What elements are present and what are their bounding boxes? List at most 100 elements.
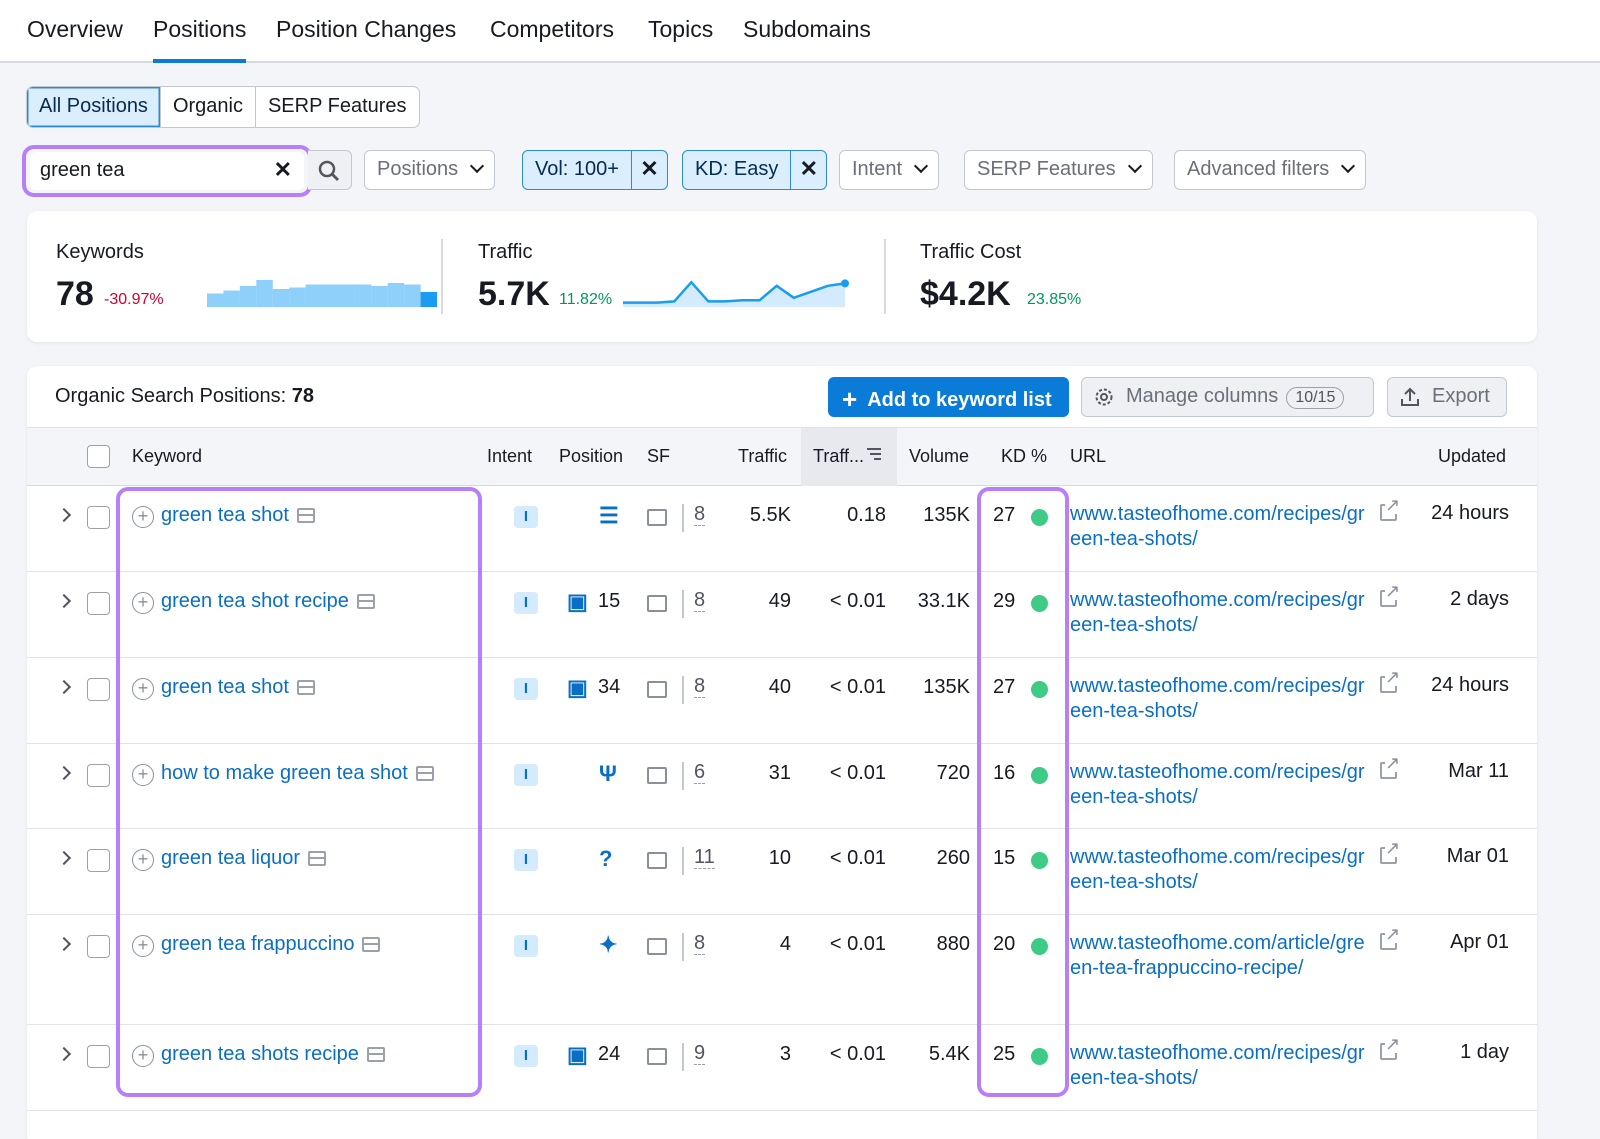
row-checkbox[interactable] xyxy=(87,592,110,615)
serp-snapshot-icon[interactable] xyxy=(366,1047,385,1062)
remove-volume-filter-icon[interactable]: ✕ xyxy=(630,151,667,189)
table-row[interactable]: + green tea shots recipe I ▣ 24 9 3 < 0.01 5.4K 2… xyxy=(27,1025,1537,1111)
add-keyword-icon[interactable]: + xyxy=(132,849,154,871)
tab-positions[interactable]: Positions xyxy=(153,16,247,63)
serp-preview-icon[interactable] xyxy=(647,681,667,698)
keyword-link[interactable]: green tea shot xyxy=(161,504,315,527)
tab-topics[interactable]: Topics xyxy=(648,16,713,43)
sf-count[interactable]: 8 xyxy=(694,932,706,955)
url-link[interactable]: www.tasteofhome.com/recipes/green-tea-sh… xyxy=(1070,588,1370,638)
row-checkbox[interactable] xyxy=(87,1045,110,1068)
sf-count[interactable]: 8 xyxy=(694,503,706,526)
serp-preview-icon[interactable] xyxy=(647,938,667,955)
expand-row-icon[interactable] xyxy=(56,1046,72,1062)
serp-snapshot-icon[interactable] xyxy=(296,508,315,523)
keyword-link[interactable]: how to make green tea shot xyxy=(161,762,434,785)
manage-columns-button[interactable]: Manage columns 10/15 xyxy=(1081,377,1374,417)
row-checkbox[interactable] xyxy=(87,764,110,787)
expand-row-icon[interactable] xyxy=(56,507,72,523)
table-row[interactable]: + how to make green tea shot I Ψ 6 31 < 0.01 72… xyxy=(27,744,1537,829)
external-link-icon[interactable] xyxy=(1380,1035,1401,1060)
serp-snapshot-icon[interactable] xyxy=(296,680,315,695)
header-position[interactable]: Position xyxy=(559,446,623,467)
serp-preview-icon[interactable] xyxy=(647,595,667,612)
sf-count[interactable]: 6 xyxy=(694,761,706,784)
serp-snapshot-icon[interactable] xyxy=(362,937,381,952)
expand-row-icon[interactable] xyxy=(56,593,72,609)
add-keyword-icon[interactable]: + xyxy=(132,506,154,528)
url-link[interactable]: www.tasteofhome.com/recipes/green-tea-sh… xyxy=(1070,760,1370,810)
serp-preview-icon[interactable] xyxy=(647,509,667,526)
kd-filter-chip[interactable]: KD: Easy ✕ xyxy=(682,150,828,190)
volume-filter-chip[interactable]: Vol: 100+ ✕ xyxy=(522,150,668,190)
url-link[interactable]: www.tasteofhome.com/recipes/green-tea-sh… xyxy=(1070,502,1370,552)
external-link-icon[interactable] xyxy=(1380,839,1401,864)
sf-count[interactable]: 8 xyxy=(694,589,706,612)
serp-preview-icon[interactable] xyxy=(647,852,667,869)
header-keyword[interactable]: Keyword xyxy=(132,446,202,467)
tab-subdomains[interactable]: Subdomains xyxy=(743,16,871,43)
external-link-icon[interactable] xyxy=(1380,582,1401,607)
header-url[interactable]: URL xyxy=(1070,446,1106,467)
header-traffic-percent[interactable]: Traff... xyxy=(813,446,864,467)
header-sf[interactable]: SF xyxy=(647,446,670,467)
url-link[interactable]: www.tasteofhome.com/recipes/green-tea-sh… xyxy=(1070,674,1370,724)
keyword-link[interactable]: green tea liquor xyxy=(161,847,326,870)
serp-preview-icon[interactable] xyxy=(647,767,667,784)
advanced-filters-dropdown[interactable]: Advanced filters xyxy=(1174,150,1367,190)
table-row[interactable]: + green tea liquor I? 11 10 < 0.01 260 15 www.ta… xyxy=(27,829,1537,915)
keyword-link[interactable]: green tea frappuccino xyxy=(161,933,381,956)
tab-overview[interactable]: Overview xyxy=(27,16,123,43)
search-button[interactable] xyxy=(308,150,352,190)
tab-competitors[interactable]: Competitors xyxy=(490,16,614,43)
url-link[interactable]: www.tasteofhome.com/recipes/green-tea-sh… xyxy=(1070,845,1370,895)
segment-all-positions[interactable]: All Positions xyxy=(27,87,161,127)
row-checkbox[interactable] xyxy=(87,849,110,872)
add-keyword-icon[interactable]: + xyxy=(132,592,154,614)
expand-row-icon[interactable] xyxy=(56,765,72,781)
serp-snapshot-icon[interactable] xyxy=(307,851,326,866)
keyword-link[interactable]: green tea shots recipe xyxy=(161,1043,385,1066)
row-checkbox[interactable] xyxy=(87,678,110,701)
segment-serp-features[interactable]: SERP Features xyxy=(256,87,419,127)
sf-count[interactable]: 8 xyxy=(694,675,706,698)
header-traffic[interactable]: Traffic xyxy=(738,446,787,467)
add-keyword-icon[interactable]: + xyxy=(132,678,154,700)
remove-kd-filter-icon[interactable]: ✕ xyxy=(790,151,826,189)
table-row[interactable]: + green tea shot I ▣ 34 8 40 < 0.01 135K 27 www.ta… xyxy=(27,658,1537,744)
sf-count[interactable]: 9 xyxy=(694,1042,706,1065)
external-link-icon[interactable] xyxy=(1380,754,1401,779)
expand-row-icon[interactable] xyxy=(56,850,72,866)
header-volume[interactable]: Volume xyxy=(909,446,969,467)
export-button[interactable]: Export xyxy=(1387,377,1507,417)
row-checkbox[interactable] xyxy=(87,506,110,529)
keyword-link[interactable]: green tea shot xyxy=(161,676,315,699)
expand-row-icon[interactable] xyxy=(56,679,72,695)
add-to-keyword-list-button[interactable]: + Add to keyword list xyxy=(828,377,1069,417)
serp-snapshot-icon[interactable] xyxy=(356,594,375,609)
header-kd[interactable]: KD % xyxy=(1001,446,1047,467)
intent-dropdown[interactable]: Intent xyxy=(839,150,940,190)
tab-position-changes[interactable]: Position Changes xyxy=(276,16,456,43)
add-keyword-icon[interactable]: + xyxy=(132,764,154,786)
keyword-link[interactable]: green tea shot recipe xyxy=(161,590,375,613)
positions-dropdown[interactable]: Positions xyxy=(364,150,496,190)
segment-organic[interactable]: Organic xyxy=(161,87,256,127)
header-updated[interactable]: Updated xyxy=(1438,446,1506,467)
external-link-icon[interactable] xyxy=(1380,496,1401,521)
table-row[interactable]: + green tea shot recipe I ▣ 15 8 49 < 0.01 33.1K… xyxy=(27,572,1537,658)
url-link[interactable]: www.tasteofhome.com/article/green-tea-fr… xyxy=(1070,931,1370,981)
sf-count[interactable]: 11 xyxy=(694,846,715,869)
table-row[interactable]: + green tea shot I ☰ 8 5.5K 0.18 135K 27 www.tast… xyxy=(27,486,1537,572)
add-keyword-icon[interactable]: + xyxy=(132,935,154,957)
sort-icon[interactable] xyxy=(865,446,883,462)
url-link[interactable]: www.tasteofhome.com/recipes/green-tea-sh… xyxy=(1070,1041,1370,1091)
serp-snapshot-icon[interactable] xyxy=(415,766,434,781)
external-link-icon[interactable] xyxy=(1380,668,1401,693)
row-checkbox[interactable] xyxy=(87,935,110,958)
serp-preview-icon[interactable] xyxy=(647,1048,667,1065)
table-row[interactable]: + green tea frappuccino I ✦ 8 4 < 0.01 880 20 www… xyxy=(27,915,1537,1025)
add-keyword-icon[interactable]: + xyxy=(132,1045,154,1067)
serp-features-dropdown[interactable]: SERP Features xyxy=(964,150,1153,190)
external-link-icon[interactable] xyxy=(1380,925,1401,950)
